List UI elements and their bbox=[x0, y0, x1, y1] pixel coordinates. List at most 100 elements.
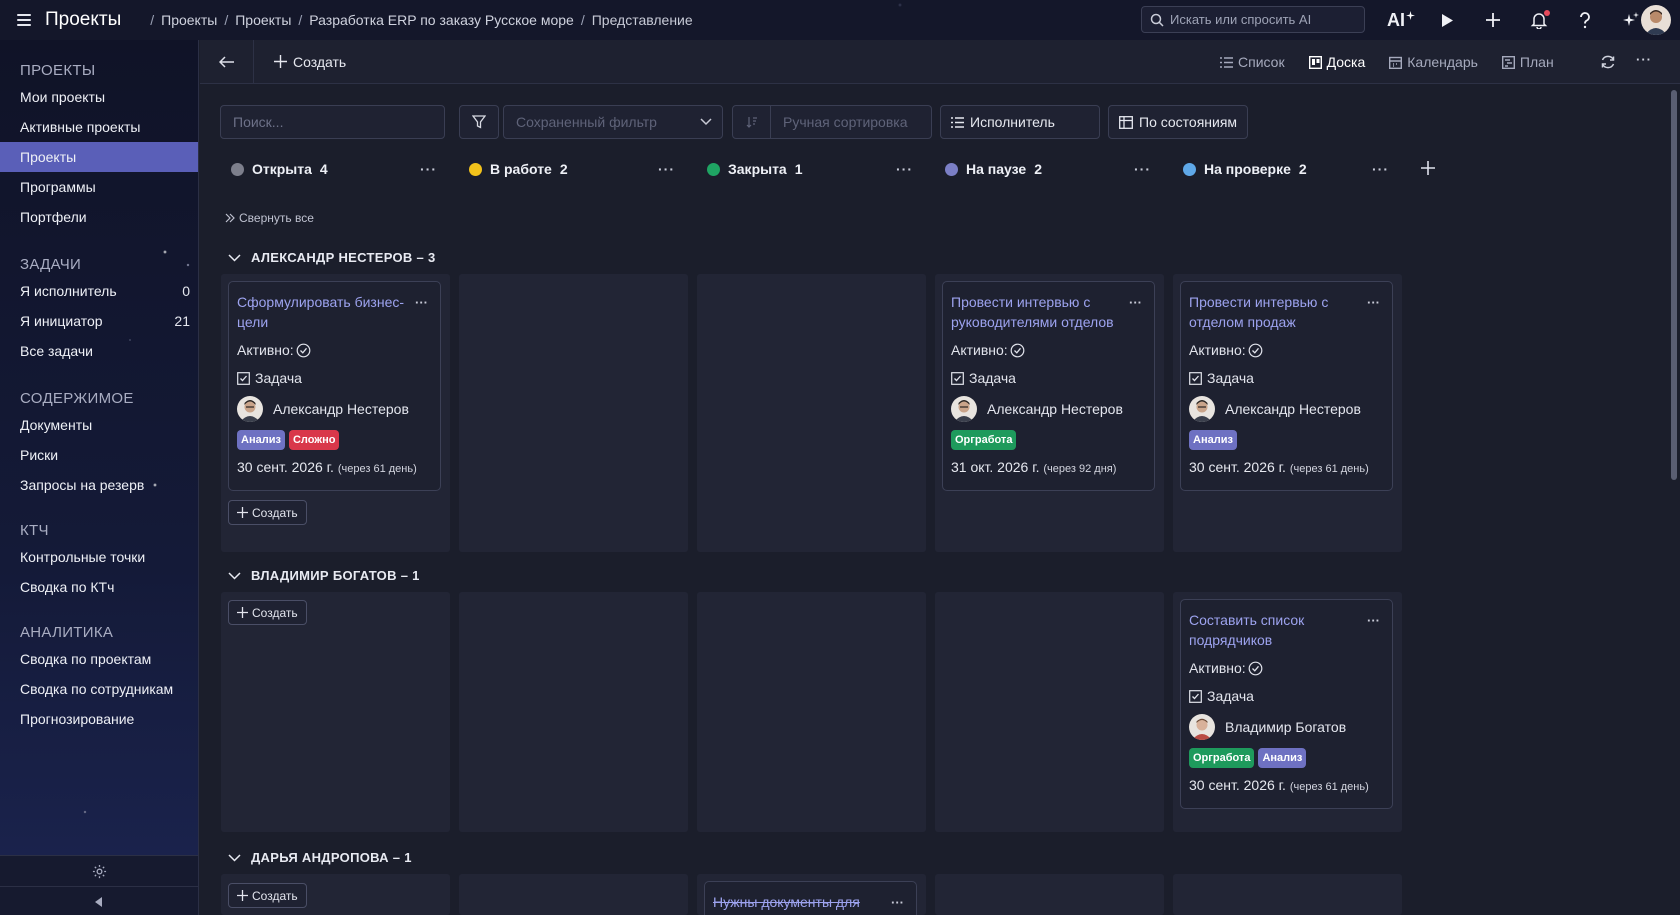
task-card[interactable]: Сформулировать бизнес-цели ··· Активно: … bbox=[228, 281, 441, 491]
sidebar-item-milestone-summary[interactable]: Сводка по КТч bbox=[0, 572, 198, 602]
task-card[interactable]: Провести интервью с отделом продаж ··· А… bbox=[1180, 281, 1393, 491]
sidebar-collapse-button[interactable] bbox=[0, 886, 198, 915]
column-header-open[interactable]: Открыта 4 ··· bbox=[231, 150, 437, 188]
sidebar-item-risks[interactable]: Риски bbox=[0, 440, 198, 470]
menu-icon[interactable] bbox=[17, 14, 31, 26]
arrow-left-icon bbox=[218, 55, 234, 68]
global-search-input[interactable] bbox=[1170, 12, 1350, 27]
tab-board[interactable]: Доска bbox=[1308, 54, 1365, 70]
user-avatar[interactable] bbox=[1641, 5, 1671, 35]
card-more-icon[interactable]: ··· bbox=[1367, 613, 1380, 628]
sort-select[interactable]: Ручная сортировка bbox=[732, 105, 932, 139]
task-card[interactable]: Составить список подрядчиков ··· Активно… bbox=[1180, 599, 1393, 809]
column-title: На паузе bbox=[966, 161, 1027, 177]
tag-badge[interactable]: Оргработа bbox=[951, 430, 1017, 450]
tab-calendar[interactable]: Календарь bbox=[1389, 54, 1478, 70]
sidebar-item-project-summary[interactable]: Сводка по проектам bbox=[0, 644, 198, 674]
tag-badge[interactable]: Анализ bbox=[237, 430, 285, 450]
vertical-scrollbar[interactable] bbox=[1671, 90, 1677, 480]
column-header-in-progress[interactable]: В работе 2 ··· bbox=[469, 150, 675, 188]
tag-badge[interactable]: Анализ bbox=[1189, 430, 1237, 450]
create-button[interactable]: Создать bbox=[274, 54, 346, 70]
by-state-button[interactable]: По состояниям bbox=[1108, 105, 1249, 139]
sidebar-item-assignee[interactable]: Я исполнитель 0 bbox=[0, 276, 198, 306]
more-options-icon[interactable]: ··· bbox=[1636, 52, 1652, 67]
sidebar-item-projects[interactable]: Проекты bbox=[0, 142, 198, 172]
help-icon[interactable] bbox=[1562, 11, 1608, 29]
card-assignee[interactable]: Александр Нестеров bbox=[951, 396, 1146, 422]
card-more-icon[interactable]: ··· bbox=[1129, 295, 1142, 310]
sidebar-item-programs[interactable]: Программы bbox=[0, 172, 198, 202]
create-card-button[interactable]: Создать bbox=[228, 500, 307, 525]
create-card-button[interactable]: Создать bbox=[228, 600, 307, 625]
tab-plan[interactable]: План bbox=[1501, 54, 1554, 70]
card-title[interactable]: Нужны документы для bbox=[713, 892, 888, 912]
global-search[interactable] bbox=[1141, 6, 1365, 33]
card-assignee[interactable]: Александр Нестеров bbox=[1189, 396, 1384, 422]
breadcrumb-item[interactable]: Проекты bbox=[235, 12, 291, 28]
sidebar-item-initiator[interactable]: Я инициатор 21 bbox=[0, 306, 198, 336]
sidebar-item-reserve-requests[interactable]: Запросы на резерв bbox=[0, 470, 198, 500]
card-more-icon[interactable]: ··· bbox=[1367, 295, 1380, 310]
card-assignee[interactable]: Владимир Богатов bbox=[1189, 714, 1384, 740]
sidebar-section-analytics: АНАЛИТИКА bbox=[20, 624, 114, 641]
sidebar-item-my-projects[interactable]: Мои проекты bbox=[0, 82, 198, 112]
column-more-icon[interactable]: ··· bbox=[1372, 161, 1389, 177]
tag-badge[interactable]: Сложно bbox=[288, 430, 340, 450]
task-card[interactable]: Провести интервью с руководителями отдел… bbox=[942, 281, 1155, 491]
card-more-icon[interactable]: ··· bbox=[891, 895, 904, 910]
column-header-closed[interactable]: Закрыта 1 ··· bbox=[707, 150, 913, 188]
sidebar-item-all-tasks[interactable]: Все задачи bbox=[0, 336, 198, 366]
sidebar-item-label: Активные проекты bbox=[20, 119, 141, 135]
card-title[interactable]: Провести интервью с руководителями отдел… bbox=[951, 292, 1126, 332]
sidebar-item-documents[interactable]: Документы bbox=[0, 410, 198, 440]
play-icon[interactable] bbox=[1424, 13, 1470, 28]
column-more-icon[interactable]: ··· bbox=[658, 161, 675, 177]
filter-button[interactable] bbox=[459, 105, 499, 139]
create-card-button[interactable]: Создать bbox=[228, 883, 307, 908]
saved-filter-select[interactable]: Сохраненный фильтр bbox=[503, 105, 723, 139]
task-card[interactable]: Нужны документы для ··· bbox=[704, 881, 917, 915]
plus-icon[interactable] bbox=[1470, 12, 1516, 28]
group-header[interactable]: ДАРЬЯ АНДРОПОВА – 1 bbox=[228, 850, 412, 865]
bell-icon[interactable] bbox=[1516, 10, 1562, 29]
card-assignee[interactable]: Александр Нестеров bbox=[237, 396, 432, 422]
board-search-input[interactable] bbox=[221, 114, 444, 130]
group-header[interactable]: ВЛАДИМИР БОГАТОВ – 1 bbox=[228, 568, 420, 583]
column-header-paused[interactable]: На паузе 2 ··· bbox=[945, 150, 1151, 188]
ai-icon[interactable]: AI bbox=[1378, 10, 1424, 31]
due-date-relative: (через 61 день) bbox=[337, 463, 417, 475]
tag-badge[interactable]: Оргработа bbox=[1189, 748, 1255, 768]
column-more-icon[interactable]: ··· bbox=[1134, 161, 1151, 177]
sidebar-item-portfolios[interactable]: Портфели bbox=[0, 202, 198, 232]
sidebar-item-label: Риски bbox=[20, 447, 59, 463]
sidebar-item-active-projects[interactable]: Активные проекты bbox=[0, 112, 198, 142]
sidebar-section-content: СОДЕРЖИМОЕ bbox=[20, 390, 134, 407]
tag-badge[interactable]: Анализ bbox=[1258, 748, 1307, 768]
card-title[interactable]: Сформулировать бизнес-цели bbox=[237, 292, 412, 332]
back-button[interactable] bbox=[200, 39, 254, 84]
breadcrumb-item[interactable]: Разработка ERP по заказу Русское море bbox=[309, 12, 574, 28]
card-more-icon[interactable]: ··· bbox=[415, 295, 428, 310]
column-more-icon[interactable]: ··· bbox=[896, 161, 913, 177]
breadcrumb-item[interactable]: Проекты bbox=[161, 12, 217, 28]
card-title[interactable]: Составить список подрядчиков bbox=[1189, 610, 1364, 650]
card-title[interactable]: Провести интервью с отделом продаж bbox=[1189, 292, 1364, 332]
app-title: Проекты bbox=[45, 9, 122, 30]
add-column-button[interactable] bbox=[1421, 158, 1435, 181]
group-by-button[interactable]: Исполнитель bbox=[940, 105, 1100, 139]
collapse-all-button[interactable]: Свернуть все bbox=[225, 211, 314, 225]
gear-icon[interactable] bbox=[92, 864, 107, 882]
sidebar-item-forecasting[interactable]: Прогнозирование bbox=[0, 704, 198, 734]
due-date-relative: (через 61 день) bbox=[1289, 463, 1369, 475]
sidebar-item-checkpoints[interactable]: Контрольные точки bbox=[0, 542, 198, 572]
column-header-review[interactable]: На проверке 2 ··· bbox=[1183, 150, 1389, 188]
board-search[interactable] bbox=[220, 105, 445, 139]
refresh-icon[interactable] bbox=[1600, 54, 1616, 73]
column-more-icon[interactable]: ··· bbox=[420, 161, 437, 177]
group-header[interactable]: АЛЕКСАНДР НЕСТЕРОВ – 3 bbox=[228, 250, 436, 265]
tab-list[interactable]: Список bbox=[1220, 54, 1285, 70]
sidebar-item-employee-summary[interactable]: Сводка по сотрудникам bbox=[0, 674, 198, 704]
lane-cell bbox=[459, 874, 688, 915]
sort-icon[interactable] bbox=[733, 106, 771, 138]
